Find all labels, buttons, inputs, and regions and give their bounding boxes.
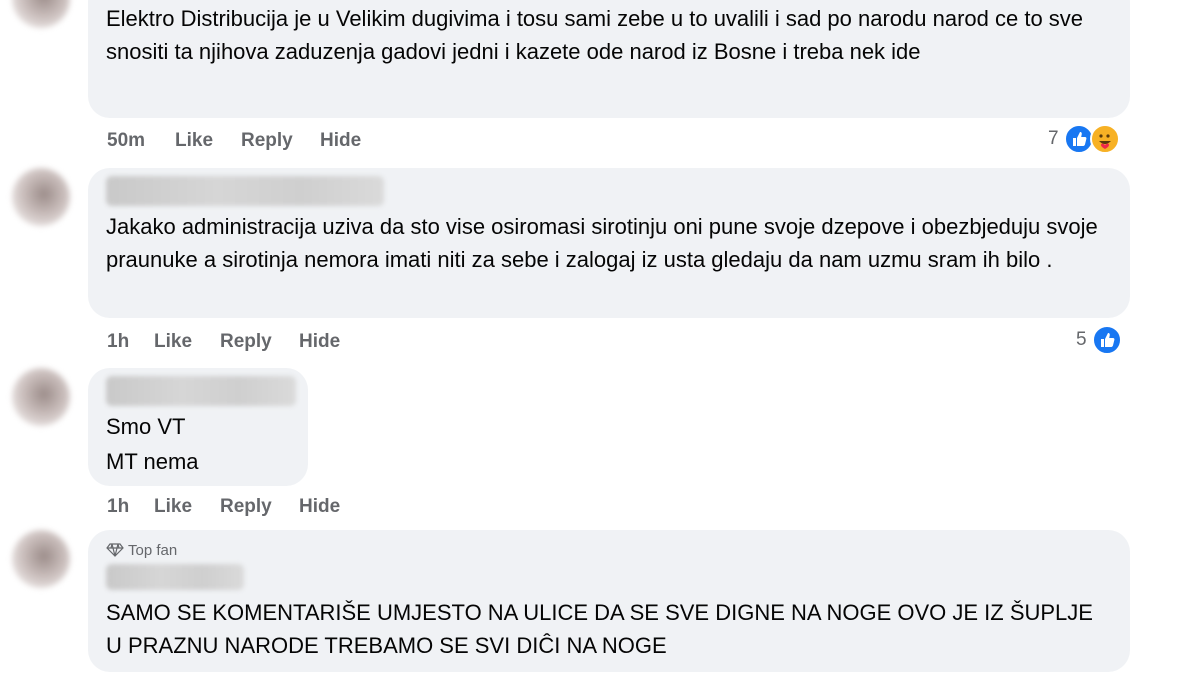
reply-button[interactable]: Reply: [241, 130, 293, 152]
hide-button[interactable]: Hide: [320, 130, 361, 152]
like-button[interactable]: Like: [175, 130, 213, 152]
comment-bubble: Jakako administracija uziva da sto vise …: [88, 168, 1130, 318]
commenter-avatar[interactable]: [12, 530, 70, 588]
commenter-avatar[interactable]: [12, 368, 70, 426]
comment-bubble: Elektro Distribucija je u Velikim dugivi…: [88, 0, 1130, 118]
comment-bubble: Smo VT MT nema: [88, 368, 308, 486]
reaction-summary[interactable]: 5: [1074, 325, 1134, 357]
reaction-summary[interactable]: 7: [1046, 124, 1136, 156]
comment-timestamp[interactable]: 50m: [107, 130, 145, 152]
comment-text: Jakako administracija uziva da sto vise …: [106, 214, 1098, 272]
like-button[interactable]: Like: [154, 496, 192, 518]
reaction-count: 5: [1076, 329, 1087, 350]
comment-timestamp[interactable]: 1h: [107, 496, 129, 518]
comment-actions: 50m Like Reply Hide: [107, 130, 507, 156]
reply-button[interactable]: Reply: [220, 496, 272, 518]
comment-actions: 1h Like Reply Hide: [107, 331, 507, 357]
care-icon: [1090, 124, 1120, 154]
commenter-name-redacted[interactable]: [106, 564, 244, 590]
comment-bubble: Top fan SAMO SE KOMENTARIŠE UMJESTO NA U…: [88, 530, 1130, 672]
hide-button[interactable]: Hide: [299, 331, 340, 353]
commenter-name-redacted[interactable]: [106, 376, 296, 406]
diamond-icon: [106, 543, 124, 557]
comment-timestamp[interactable]: 1h: [107, 331, 129, 353]
comment-text-line: MT nema: [106, 449, 199, 474]
comment-text: Elektro Distribucija je u Velikim dugivi…: [106, 6, 1084, 64]
comment-text: SAMO SE KOMENTARIŠE UMJESTO NA ULICE DA …: [106, 600, 1093, 658]
hide-button[interactable]: Hide: [299, 496, 340, 518]
top-fan-badge: Top fan: [106, 542, 177, 559]
comment-actions: 1h Like Reply Hide: [107, 496, 507, 522]
like-button[interactable]: Like: [154, 331, 192, 353]
commenter-avatar[interactable]: [12, 0, 70, 28]
top-fan-label: Top fan: [128, 542, 178, 559]
reaction-count: 7: [1048, 128, 1059, 149]
reply-button[interactable]: Reply: [220, 331, 272, 353]
commenter-avatar[interactable]: [12, 168, 70, 226]
commenter-name-redacted[interactable]: [106, 176, 384, 206]
comment-text-line: Smo VT: [106, 414, 186, 439]
like-icon: [1092, 325, 1122, 355]
